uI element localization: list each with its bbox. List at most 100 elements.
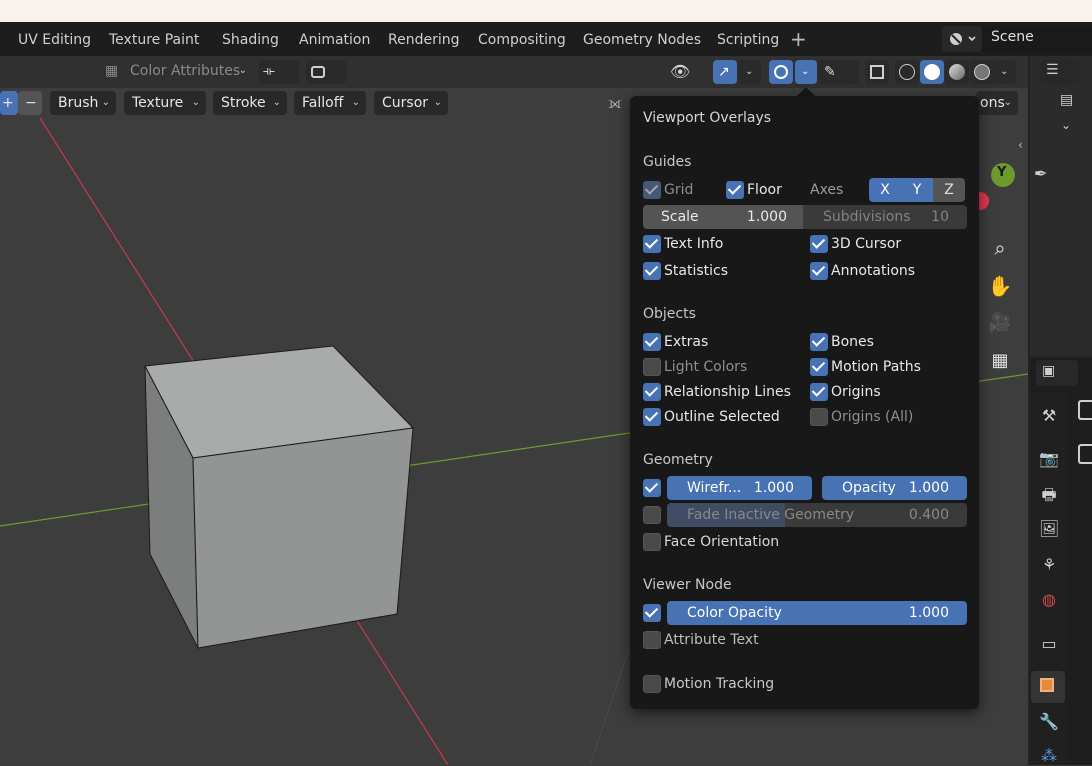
brush-icon: ✎: [824, 64, 836, 80]
tool-settings-icon[interactable]: ⚒: [1039, 406, 1059, 426]
brush-dropdown[interactable]: Brush ⌄: [50, 91, 116, 115]
render-icon[interactable]: 📷: [1039, 449, 1059, 469]
fade-inactive-value: 0.400: [908, 507, 949, 523]
chevron-down-icon: ⌄: [351, 97, 360, 108]
checkbox-box: [643, 383, 661, 401]
grid-label: Grid: [664, 182, 694, 198]
axis-z-toggle[interactable]: Z: [933, 178, 965, 202]
falloff-dropdown[interactable]: Falloff ⌄: [294, 91, 366, 115]
checkbox-box: [810, 235, 828, 253]
tab-animation[interactable]: Animation: [299, 22, 370, 56]
color-attributes-dropdown[interactable]: ▦ Color Attributes ⌄: [99, 59, 253, 83]
axis-y-toggle[interactable]: Y: [901, 178, 933, 202]
output-icon[interactable]: 🖶: [1039, 485, 1059, 505]
brush-label: Brush: [58, 95, 99, 111]
workspace-tabs-bar: UV Editing Texture Paint Shading Animati…: [0, 22, 1092, 56]
fade-inactive-field[interactable]: Fade Inactive Geometry 0.400: [667, 503, 967, 527]
chevron-down-icon[interactable]: ⌄: [1061, 118, 1071, 132]
checkbox-box: [643, 262, 661, 280]
shading-mode-dropdown[interactable]: [306, 60, 346, 84]
checkbox-box: [643, 333, 661, 351]
checkbox-box: [643, 631, 661, 649]
scene-props-icon[interactable]: ⚘: [1039, 555, 1059, 575]
texture-dropdown[interactable]: Texture ⌄: [124, 91, 206, 115]
gizmo-icon: ↗: [718, 64, 730, 80]
3d-cursor-label: 3D Cursor: [831, 236, 902, 252]
opacity-field[interactable]: Opacity 1.000: [822, 476, 967, 500]
paint-overlay-dropdown[interactable]: ✎: [819, 60, 859, 84]
options-dropdown[interactable]: ons ⌄: [976, 91, 1018, 115]
wireframe-field[interactable]: Wirefr... 1.000: [667, 476, 812, 500]
sidebar-toggle-icon[interactable]: ‹: [1018, 138, 1023, 152]
subdivisions-field[interactable]: Subdivisions 10: [803, 205, 967, 229]
opacity-value: 1.000: [908, 480, 949, 496]
overlays-toggle-button[interactable]: [769, 60, 793, 84]
popover-arrow: [797, 87, 815, 96]
subtract-mode-button[interactable]: −: [18, 91, 42, 115]
checkbox-box: [643, 181, 661, 199]
tab-shading[interactable]: Shading: [222, 22, 279, 56]
wireframe-shading-button[interactable]: [895, 60, 919, 84]
properties-editor-button[interactable]: ▣: [1036, 360, 1078, 386]
checkbox-box: [810, 383, 828, 401]
outliner-icon: ☰: [1046, 62, 1059, 78]
checkbox-box: [643, 235, 661, 253]
overlays-dropdown[interactable]: ⌄: [795, 60, 817, 84]
solid-shading-button[interactable]: [920, 60, 944, 84]
tab-uv-editing[interactable]: UV Editing: [18, 22, 91, 56]
gizmo-toggle-button[interactable]: ↗: [713, 60, 737, 84]
gizmo-y-axis[interactable]: Y: [991, 163, 1015, 187]
xray-toggle-button[interactable]: [865, 60, 889, 84]
scene-selector-button[interactable]: [942, 26, 982, 52]
world-icon[interactable]: ◍: [1039, 590, 1059, 610]
rendered-shading-button[interactable]: [970, 60, 994, 84]
chevron-down-icon: ⌄: [191, 97, 200, 108]
scene-name-field[interactable]: Scene: [982, 26, 1092, 52]
outliner-display-mode-button[interactable]: ☰: [1040, 60, 1080, 84]
stroke-dropdown[interactable]: Stroke ⌄: [213, 91, 287, 115]
chevron-down-icon: ⌄: [238, 65, 247, 76]
scale-field[interactable]: Scale 1.000: [643, 205, 803, 229]
tab-compositing[interactable]: Compositing: [478, 22, 566, 56]
section-geometry-heading: Geometry: [643, 452, 713, 468]
shading-dropdown[interactable]: ⌄: [994, 60, 1016, 84]
collection-icon[interactable]: ▭: [1039, 634, 1059, 654]
cursor-dropdown[interactable]: Cursor ⌄: [374, 91, 448, 115]
subdivisions-value: 10: [931, 209, 949, 225]
camera-icon[interactable]: 🎥: [986, 312, 1014, 340]
material-shading-button[interactable]: [945, 60, 969, 84]
symmetry-axis-icon[interactable]: ⟗: [608, 93, 622, 113]
particles-icon[interactable]: ⁂: [1039, 746, 1059, 766]
visibility-dropdown[interactable]: 👁: [667, 60, 707, 84]
material-sphere-icon: [949, 64, 965, 80]
wireframe-value: 1.000: [753, 480, 794, 496]
pan-hand-icon[interactable]: ✋: [986, 274, 1014, 302]
checkbox-box: [810, 262, 828, 280]
color-opacity-field[interactable]: Color Opacity 1.000: [667, 601, 967, 625]
tab-geometry-nodes[interactable]: Geometry Nodes: [583, 22, 701, 56]
properties-icon: ▣: [1042, 363, 1056, 379]
section-guides-heading: Guides: [643, 154, 692, 170]
grid-view-icon[interactable]: ▦: [986, 350, 1014, 378]
zoom-icon[interactable]: ⌕: [986, 236, 1014, 264]
outline-selected-label: Outline Selected: [664, 409, 780, 425]
opacity-label: Opacity: [842, 480, 896, 496]
symmetry-dropdown[interactable]: ⟛: [259, 60, 299, 84]
view-layer-icon[interactable]: 🖼: [1039, 519, 1059, 539]
tab-scripting[interactable]: Scripting: [717, 22, 779, 56]
add-workspace-button[interactable]: +: [790, 22, 807, 56]
tab-texture-paint[interactable]: Texture Paint: [109, 22, 199, 56]
gizmo-dropdown[interactable]: ⌄: [739, 60, 761, 84]
checkbox-box: [643, 604, 661, 622]
add-mode-button[interactable]: +: [0, 91, 18, 115]
modifier-wrench-icon[interactable]: 🔧: [1039, 712, 1059, 732]
checkbox-box: [643, 533, 661, 551]
motion-paths-label: Motion Paths: [831, 359, 921, 375]
eyedropper-icon[interactable]: ✒: [1034, 164, 1047, 183]
tab-rendering[interactable]: Rendering: [388, 22, 460, 56]
checkbox-box: [810, 333, 828, 351]
chevron-down-icon: ⌄: [433, 97, 442, 108]
axis-x-toggle[interactable]: X: [869, 178, 901, 202]
symmetry-icon: ⟛: [263, 64, 275, 79]
object-tab-active[interactable]: [1031, 671, 1065, 703]
